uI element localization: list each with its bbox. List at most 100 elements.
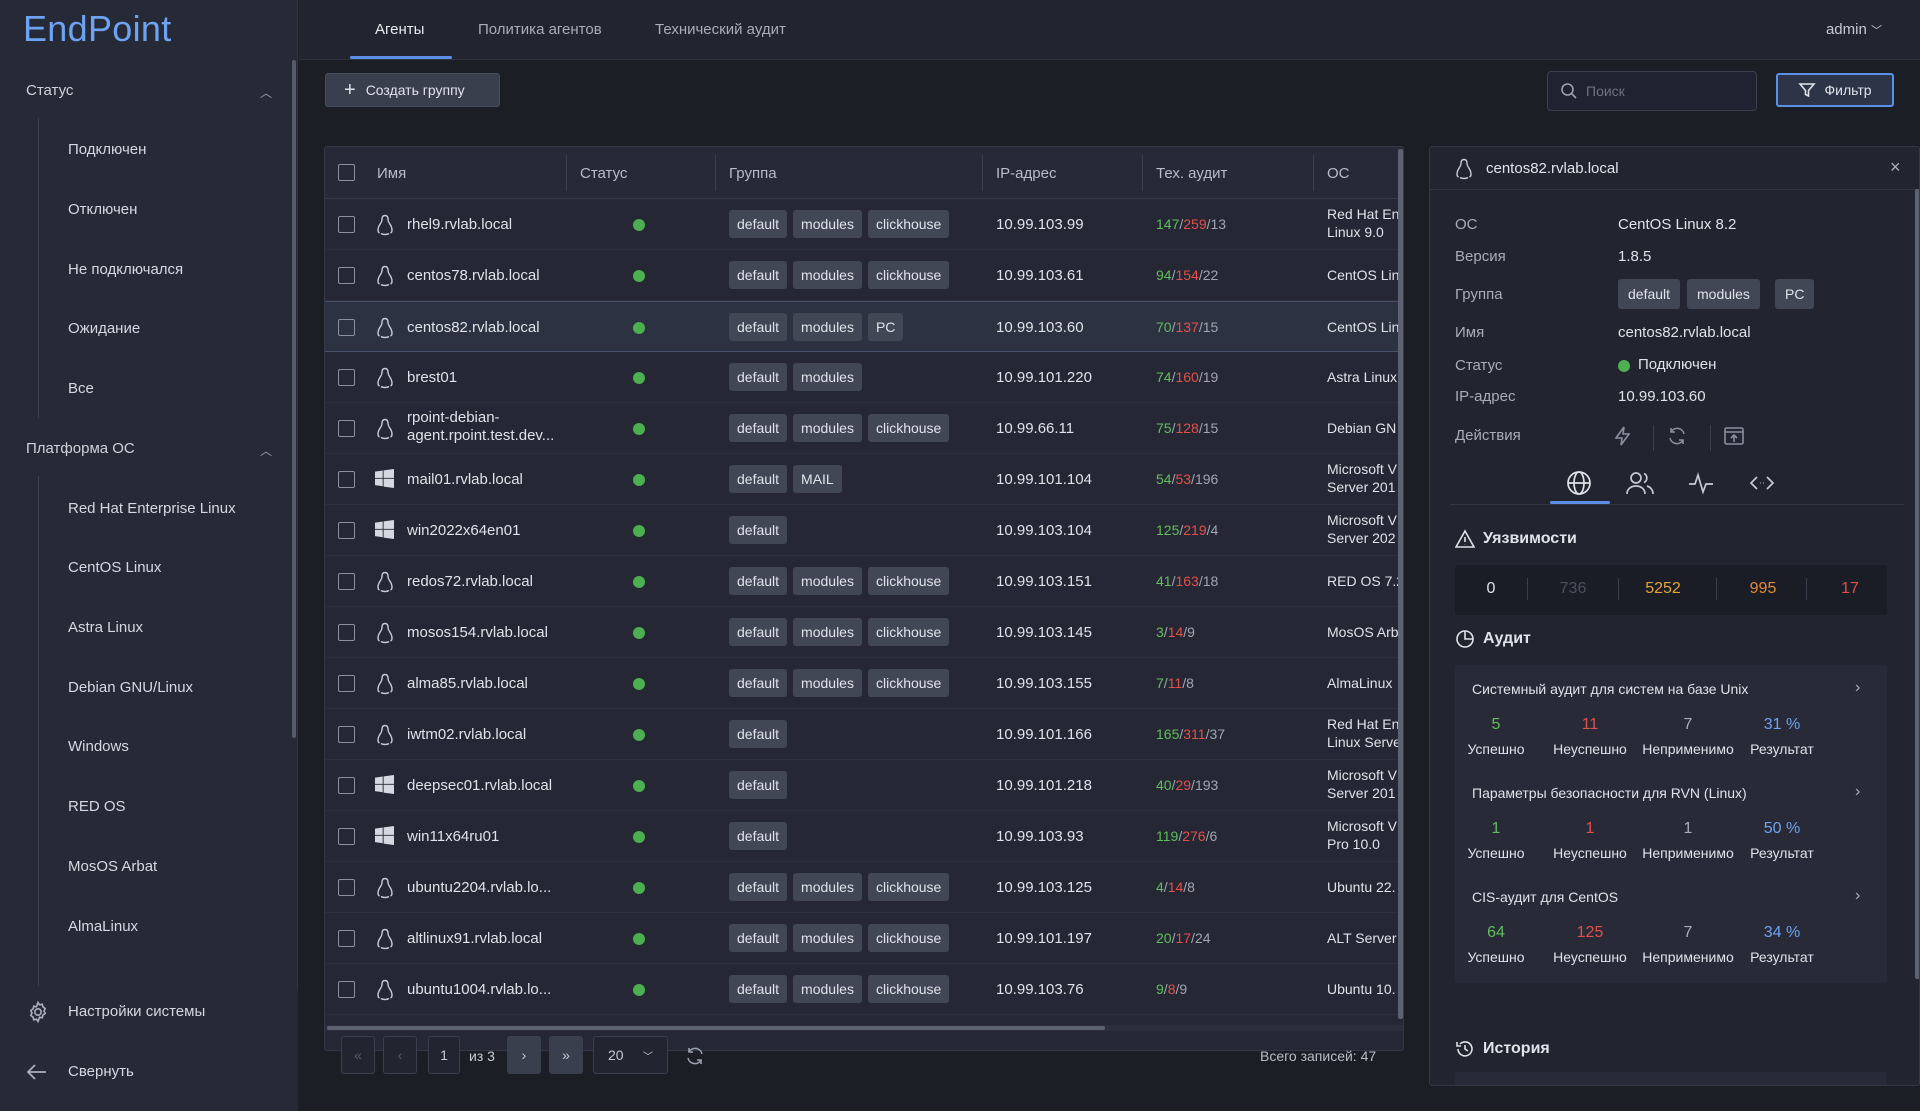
column-tech-audit[interactable]: Тех. аудит <box>1156 165 1227 182</box>
column-divider[interactable] <box>715 155 716 191</box>
agent-name[interactable]: win2022x64en01 <box>407 522 520 539</box>
table-row[interactable]: brest01 default modules 10.99.101.220 74/160… <box>325 352 1403 403</box>
row-checkbox[interactable] <box>338 369 355 386</box>
close-icon[interactable]: × <box>1890 157 1901 178</box>
audit-card[interactable]: Системный аудит для систем на базе Unix ›… <box>1455 665 1887 775</box>
agent-name[interactable]: deepsec01.rvlab.local <box>407 777 552 794</box>
table-row[interactable]: win11x64ru01 default 10.99.103.93 119/276/6… <box>325 811 1403 862</box>
next-page-button[interactable]: › <box>507 1036 541 1074</box>
chevron-right-icon[interactable]: › <box>1855 887 1860 905</box>
vuln-count[interactable]: 995 <box>1733 580 1793 598</box>
agent-name[interactable]: altlinux91.rvlab.local <box>407 930 542 947</box>
tech-audit-counts[interactable]: 147/259/13 <box>1156 216 1226 232</box>
tech-audit-counts[interactable]: 20/17/24 <box>1156 930 1211 946</box>
tab-agent-policy[interactable]: Политика агентов <box>478 21 602 38</box>
audit-card[interactable]: Параметры безопасности для RVN (Linux) › 1… <box>1455 769 1887 879</box>
agent-name[interactable]: brest01 <box>407 369 457 386</box>
agent-name[interactable]: redos72.rvlab.local <box>407 573 533 590</box>
row-checkbox[interactable] <box>338 573 355 590</box>
table-row[interactable]: centos78.rvlab.local default modules clickh… <box>325 250 1403 301</box>
upload-icon[interactable] <box>1723 425 1745 451</box>
tech-audit-counts[interactable]: 3/14/9 <box>1156 624 1195 640</box>
sidebar-item-windows[interactable]: Windows <box>68 738 129 755</box>
sidebar-item-almalinux[interactable]: AlmaLinux <box>68 918 138 935</box>
column-os[interactable]: ОС <box>1327 165 1350 182</box>
row-checkbox[interactable] <box>338 879 355 896</box>
row-checkbox[interactable] <box>338 675 355 692</box>
table-row[interactable]: alma85.rvlab.local default modules clickhou… <box>325 658 1403 709</box>
tech-audit-counts[interactable]: 40/29/193 <box>1156 777 1218 793</box>
select-all-checkbox[interactable] <box>338 164 355 181</box>
chevron-right-icon[interactable]: › <box>1855 679 1860 697</box>
table-row[interactable]: mosos154.rvlab.local default modules clickh… <box>325 607 1403 658</box>
sidebar-section-os[interactable]: Платформа ОС <box>26 440 135 457</box>
column-group[interactable]: Группа <box>729 165 777 182</box>
globe-icon[interactable] <box>1565 469 1593 501</box>
table-row[interactable]: rpoint-debian-agent.rpoint.test.dev... de… <box>325 403 1403 454</box>
table-row[interactable]: ubuntu1004.rvlab.lo... default modules clic… <box>325 964 1403 1015</box>
row-checkbox[interactable] <box>338 522 355 539</box>
table-row[interactable]: altlinux91.rvlab.local default modules clic… <box>325 913 1403 964</box>
agent-name[interactable]: ubuntu1004.rvlab.lo... <box>407 981 551 998</box>
row-checkbox[interactable] <box>338 828 355 845</box>
vuln-count[interactable]: 736 <box>1543 580 1603 598</box>
filter-button[interactable]: Фильтр <box>1776 73 1894 107</box>
create-group-button[interactable]: + Создать группу <box>325 73 500 107</box>
tech-audit-counts[interactable]: 9/8/9 <box>1156 981 1187 997</box>
agent-name[interactable]: mail01.rvlab.local <box>407 471 523 488</box>
tech-audit-counts[interactable]: 41/163/18 <box>1156 573 1218 589</box>
system-settings-link[interactable]: Настройки системы <box>68 1003 205 1020</box>
agent-name[interactable]: mosos154.rvlab.local <box>407 624 548 641</box>
sidebar-item-never-connected[interactable]: Не подключался <box>68 261 183 278</box>
column-divider[interactable] <box>1313 155 1314 191</box>
column-divider[interactable] <box>982 155 983 191</box>
chevron-right-icon[interactable]: › <box>1855 783 1860 801</box>
sidebar-item-debian[interactable]: Debian GNU/Linux <box>68 679 193 696</box>
panel-scrollbar[interactable] <box>1915 189 1919 979</box>
sidebar-item-all[interactable]: Все <box>68 380 94 397</box>
agent-name[interactable]: rpoint-debian-agent.rpoint.test.dev... <box>407 409 554 445</box>
table-row[interactable]: redos72.rvlab.local default modules clickho… <box>325 556 1403 607</box>
table-row[interactable]: centos82.rvlab.local default modules PC 10.9… <box>325 301 1403 352</box>
search-input[interactable]: Поиск <box>1547 71 1757 111</box>
agent-name[interactable]: win11x64ru01 <box>407 828 499 845</box>
table-row[interactable]: deepsec01.rvlab.local default 10.99.101.21… <box>325 760 1403 811</box>
refresh-icon[interactable] <box>1666 425 1688 451</box>
agent-name[interactable]: alma85.rvlab.local <box>407 675 528 692</box>
page-number[interactable]: 1 <box>428 1036 460 1074</box>
row-checkbox[interactable] <box>338 216 355 233</box>
tab-tech-audit[interactable]: Технический аудит <box>655 21 786 38</box>
chevron-up-icon[interactable]: ︿ <box>260 84 272 101</box>
column-name[interactable]: Имя <box>377 165 406 182</box>
sidebar-section-status[interactable]: Статус <box>26 82 73 99</box>
arrow-left-icon[interactable] <box>26 1062 48 1086</box>
tech-audit-counts[interactable]: 165/311/37 <box>1156 726 1225 742</box>
column-divider[interactable] <box>566 155 567 191</box>
table-row[interactable]: mail01.rvlab.local default MAIL 10.99.101.1… <box>325 454 1403 505</box>
agent-name[interactable]: iwtm02.rvlab.local <box>407 726 526 743</box>
agent-name[interactable]: rhel9.rvlab.local <box>407 216 512 233</box>
tech-audit-counts[interactable]: 74/160/19 <box>1156 369 1218 385</box>
tech-audit-counts[interactable]: 119/276/6 <box>1156 828 1217 844</box>
column-divider[interactable] <box>1142 155 1143 191</box>
sidebar-item-centos[interactable]: CentOS Linux <box>68 559 161 576</box>
agent-name[interactable]: ubuntu2204.rvlab.lo... <box>407 879 551 896</box>
user-menu[interactable]: admin ﹀ <box>1826 21 1882 38</box>
row-checkbox[interactable] <box>338 777 355 794</box>
row-checkbox[interactable] <box>338 471 355 488</box>
vuln-count[interactable]: 5252 <box>1633 580 1693 598</box>
tech-audit-counts[interactable]: 70/137/15 <box>1156 319 1218 335</box>
tech-audit-counts[interactable]: 125/219/4 <box>1156 522 1218 538</box>
vuln-count[interactable]: 0 <box>1461 580 1521 598</box>
code-arrows-icon[interactable] <box>1748 469 1776 501</box>
table-row[interactable]: ubuntu2204.rvlab.lo... default modules clic… <box>325 862 1403 913</box>
sidebar-scrollbar[interactable] <box>292 60 296 738</box>
row-checkbox[interactable] <box>338 930 355 947</box>
chevron-up-icon[interactable]: ︿ <box>260 442 272 459</box>
tech-audit-counts[interactable]: 75/128/15 <box>1156 420 1218 436</box>
sidebar-item-disconnected[interactable]: Отключен <box>68 201 137 218</box>
app-logo[interactable]: EndPoint <box>23 8 172 50</box>
row-checkbox[interactable] <box>338 981 355 998</box>
collapse-sidebar-button[interactable]: Свернуть <box>68 1063 134 1080</box>
row-checkbox[interactable] <box>338 319 355 336</box>
